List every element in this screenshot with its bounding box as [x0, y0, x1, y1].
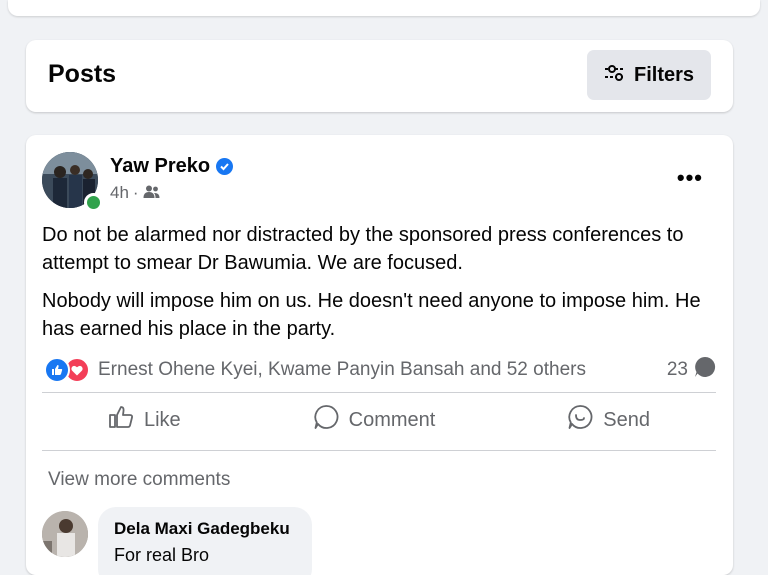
commenter-avatar[interactable] — [42, 511, 88, 557]
comments-count-value: 23 — [666, 359, 688, 380]
reactions-bar: Ernest Ohene Kyei, Kwame Panyin Bansah a… — [44, 356, 716, 384]
post-author: Yaw Preko — [110, 155, 234, 178]
post-actions: Like Comment Send — [42, 393, 716, 447]
posts-header-card: Posts Filters — [26, 40, 733, 112]
send-button[interactable]: Send — [567, 404, 650, 436]
post-body: Do not be alarmed nor distracted by the … — [42, 221, 722, 353]
like-reaction-icon — [44, 357, 70, 383]
verified-badge-icon — [216, 158, 234, 175]
comment-button[interactable]: Comment — [313, 404, 436, 436]
like-label: Like — [143, 408, 181, 431]
comment-label: Comment — [348, 408, 436, 431]
comment-bubble-icon — [694, 356, 716, 384]
filters-icon — [604, 64, 626, 87]
author-name[interactable]: Yaw Preko — [110, 155, 210, 178]
comment-icon — [313, 404, 339, 436]
thumbs-up-icon — [108, 405, 134, 435]
post-paragraph: Nobody will impose him on us. He doesn't… — [42, 290, 701, 340]
commenter-name[interactable]: Dela Maxi Gadegbeku — [114, 519, 296, 539]
filters-label: Filters — [633, 63, 695, 86]
post-time[interactable]: 4h — [110, 183, 129, 203]
comments-count[interactable]: 23 — [667, 356, 716, 384]
like-button[interactable]: Like — [108, 405, 181, 435]
reactors-summary[interactable]: Ernest Ohene Kyei, Kwame Panyin Bansah a… — [98, 359, 667, 381]
more-options-icon[interactable]: ••• — [677, 165, 703, 191]
post-paragraph: Do not be alarmed nor distracted by the … — [42, 224, 684, 274]
post-meta: 4h · — [110, 183, 160, 203]
filters-button[interactable]: Filters — [587, 50, 711, 100]
post-card: Yaw Preko 4h · ••• Do not be alarmed nor… — [26, 135, 733, 575]
comment-text: For real Bro — [114, 545, 210, 565]
comment-bubble: Dela Maxi Gadegbeku For real Bro — [98, 507, 312, 575]
posts-title: Posts — [48, 60, 117, 88]
friends-icon — [143, 183, 160, 203]
meta-separator: · — [132, 183, 139, 202]
divider — [42, 450, 716, 451]
previous-card — [8, 0, 760, 16]
view-more-comments-link[interactable]: View more comments — [48, 469, 230, 491]
send-label: Send — [603, 408, 650, 431]
reaction-icons[interactable] — [44, 357, 90, 383]
online-status-dot — [84, 193, 103, 212]
messenger-icon — [567, 404, 593, 436]
